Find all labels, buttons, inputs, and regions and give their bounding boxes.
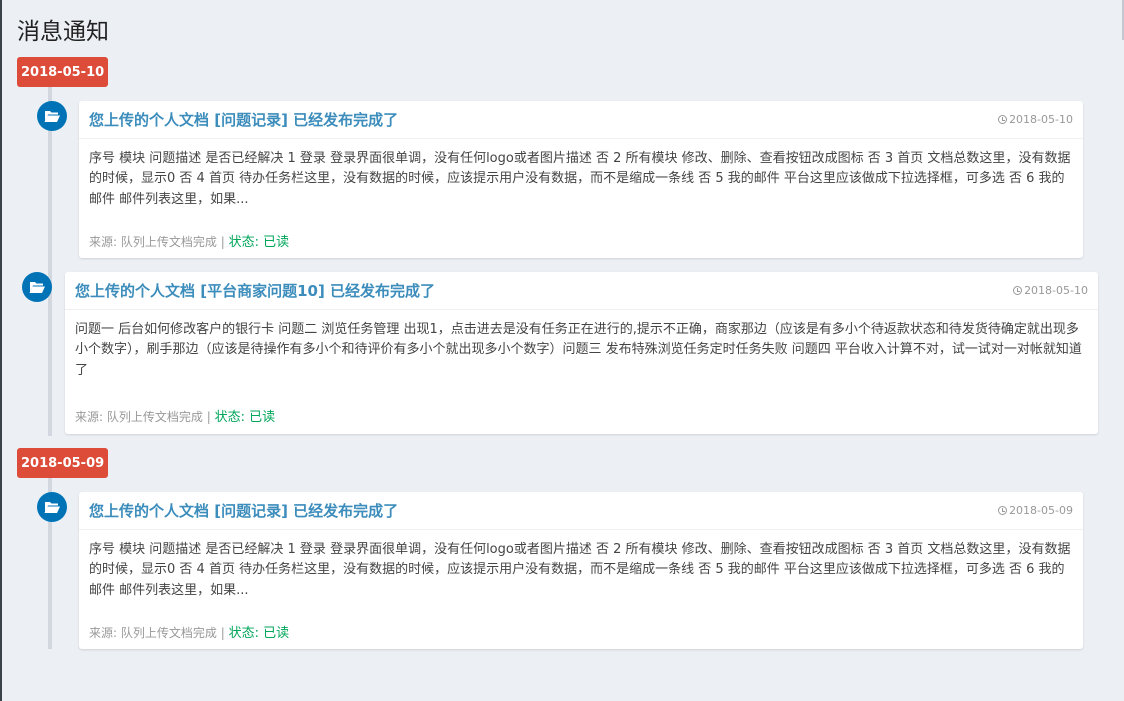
separator: | — [206, 410, 211, 424]
notification-time: 2018-05-10 — [1013, 284, 1088, 297]
notification-card[interactable]: 您上传的个人文档 [问题记录] 已经发布完成了 2018-05-09 序号 模块… — [79, 492, 1083, 649]
date-badge: 2018-05-10 — [17, 57, 109, 87]
notification-body: 问题一 后台如何修改客户的银行卡 问题二 浏览任务管理 出现1，点击进去是没有任… — [75, 322, 1082, 378]
folder-open-icon — [22, 272, 52, 302]
folder-open-icon — [37, 101, 67, 131]
notification-status: 状态: 已读 — [228, 626, 290, 641]
notification-title[interactable]: 您上传的个人文档 [平台商家问题10] 已经发布完成了 — [75, 280, 435, 301]
notification-footer: 来源: 队列上传文档完成 | 状态: 已读 — [89, 231, 289, 250]
notification-page: 消息通知 2018-05-10 您上传的个人文档 [问题记录] 已经发布完成了 … — [0, 0, 1124, 701]
notification-footer: 来源: 队列上传文档完成 | 状态: 已读 — [89, 622, 289, 641]
card-header: 您上传的个人文档 [问题记录] 已经发布完成了 2018-05-10 — [79, 101, 1083, 139]
notification-card[interactable]: 您上传的个人文档 [问题记录] 已经发布完成了 2018-05-10 序号 模块… — [79, 101, 1083, 258]
notification-source: 来源: 队列上传文档完成 — [89, 626, 217, 640]
separator: | — [220, 626, 225, 640]
notification-time: 2018-05-09 — [998, 504, 1073, 517]
notification-body: 序号 模块 问题描述 是否已经解决 1 登录 登录界面很单调，没有任何logo或… — [89, 542, 1071, 598]
notification-footer: 来源: 队列上传文档完成 | 状态: 已读 — [75, 406, 275, 425]
separator: | — [220, 235, 225, 249]
clock-icon — [998, 115, 1008, 124]
notification-title[interactable]: 您上传的个人文档 [问题记录] 已经发布完成了 — [89, 109, 398, 130]
notification-body: 序号 模块 问题描述 是否已经解决 1 登录 登录界面很单调，没有任何logo或… — [89, 151, 1071, 207]
notification-source: 来源: 队列上传文档完成 — [89, 235, 217, 249]
folder-open-icon — [37, 492, 67, 522]
page-title: 消息通知 — [17, 19, 109, 45]
notification-title[interactable]: 您上传的个人文档 [问题记录] 已经发布完成了 — [89, 500, 398, 521]
card-header: 您上传的个人文档 [问题记录] 已经发布完成了 2018-05-09 — [79, 492, 1083, 530]
card-header: 您上传的个人文档 [平台商家问题10] 已经发布完成了 2018-05-10 — [65, 272, 1098, 310]
notification-status: 状态: 已读 — [214, 410, 276, 425]
notification-status: 状态: 已读 — [228, 235, 290, 250]
notification-time: 2018-05-10 — [998, 113, 1073, 126]
clock-icon — [998, 506, 1008, 515]
notification-source: 来源: 队列上传文档完成 — [75, 410, 203, 424]
date-badge: 2018-05-09 — [17, 448, 109, 478]
notification-card[interactable]: 您上传的个人文档 [平台商家问题10] 已经发布完成了 2018-05-10 问… — [65, 272, 1098, 434]
timeline-line — [48, 86, 52, 436]
clock-icon — [1013, 286, 1023, 295]
